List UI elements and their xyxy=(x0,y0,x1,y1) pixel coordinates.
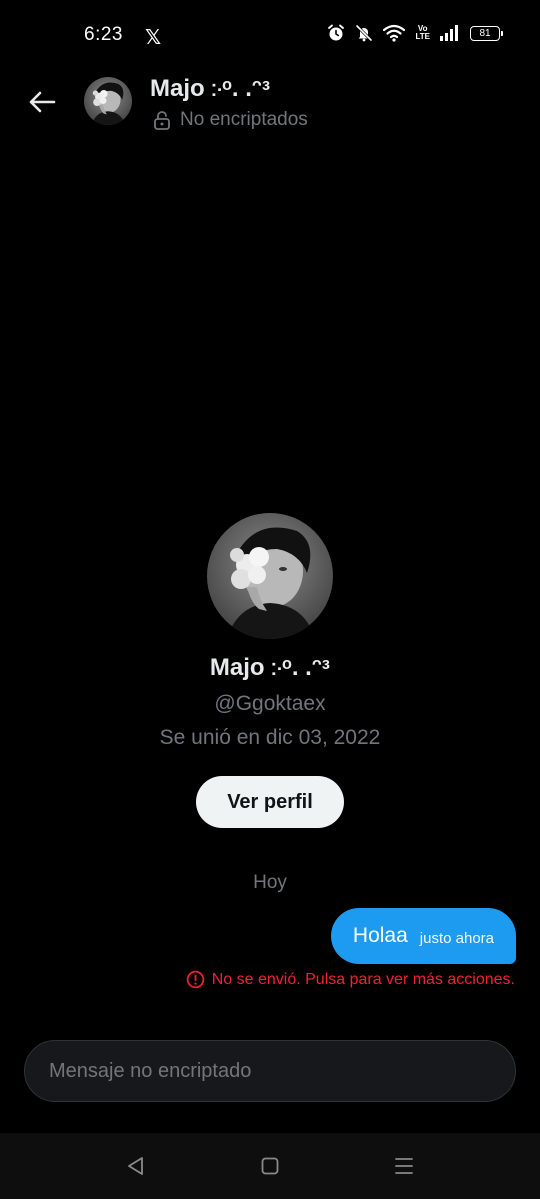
system-nav-bar xyxy=(0,1133,540,1199)
battery-level: 81 xyxy=(479,27,491,39)
avatar-image xyxy=(207,513,333,639)
volte-bottom: LTE xyxy=(415,32,430,41)
profile-avatar[interactable] xyxy=(207,513,333,639)
profile-name: Majo ჻ᵒ. .ᵔᵌ xyxy=(209,654,331,681)
profile-handle: @Ggoktaex xyxy=(214,692,326,715)
avatar-image xyxy=(84,77,132,125)
error-text: No se envió. Pulsa para ver más acciones… xyxy=(211,970,515,988)
view-profile-button[interactable]: Ver perfil xyxy=(196,776,344,828)
nav-back-button[interactable] xyxy=(121,1153,151,1179)
triangle-back-icon xyxy=(128,1157,143,1175)
signal-icon xyxy=(440,25,458,41)
menu-icon xyxy=(395,1158,413,1174)
day-separator: Hoy xyxy=(253,872,287,893)
status-time: 6:23 xyxy=(84,24,123,45)
encryption-status: No encriptados xyxy=(152,109,308,131)
square-home-icon xyxy=(261,1157,279,1175)
nav-home-button[interactable] xyxy=(255,1153,285,1179)
header-avatar[interactable] xyxy=(84,77,132,125)
message-error[interactable]: No se envió. Pulsa para ver más acciones… xyxy=(186,970,515,989)
status-icons: Vo LTE 81 xyxy=(327,24,503,42)
back-button[interactable] xyxy=(26,88,58,116)
profile-joined-date: Se unió en dic 03, 2022 xyxy=(159,726,381,749)
alarm-icon xyxy=(328,24,345,41)
unlock-icon xyxy=(154,111,170,130)
encryption-label: No encriptados xyxy=(180,109,308,130)
header-name[interactable]: Majo ჻ᵒ. .ᵔᵌ xyxy=(150,74,270,103)
x-logo-icon: 𝕏 xyxy=(145,27,162,49)
message-text: Holaa xyxy=(352,924,408,947)
conversation-header: Majo ჻ᵒ. .ᵔᵌ No encriptados xyxy=(0,70,540,134)
arrow-left-icon xyxy=(29,91,56,113)
sent-message-bubble[interactable]: Holaa justo ahora xyxy=(330,908,516,964)
message-timestamp: justo ahora xyxy=(419,929,494,947)
volte-indicator: Vo LTE xyxy=(415,25,430,41)
status-bar: 6:23 𝕏 Vo LTE 81 xyxy=(0,0,540,68)
error-icon xyxy=(186,970,204,989)
wifi-icon xyxy=(383,24,406,42)
nav-menu-button[interactable] xyxy=(389,1153,419,1179)
mute-icon xyxy=(356,24,373,42)
battery-icon: 81 xyxy=(470,25,503,41)
message-composer[interactable] xyxy=(24,1040,516,1102)
message-input[interactable] xyxy=(47,1058,493,1084)
